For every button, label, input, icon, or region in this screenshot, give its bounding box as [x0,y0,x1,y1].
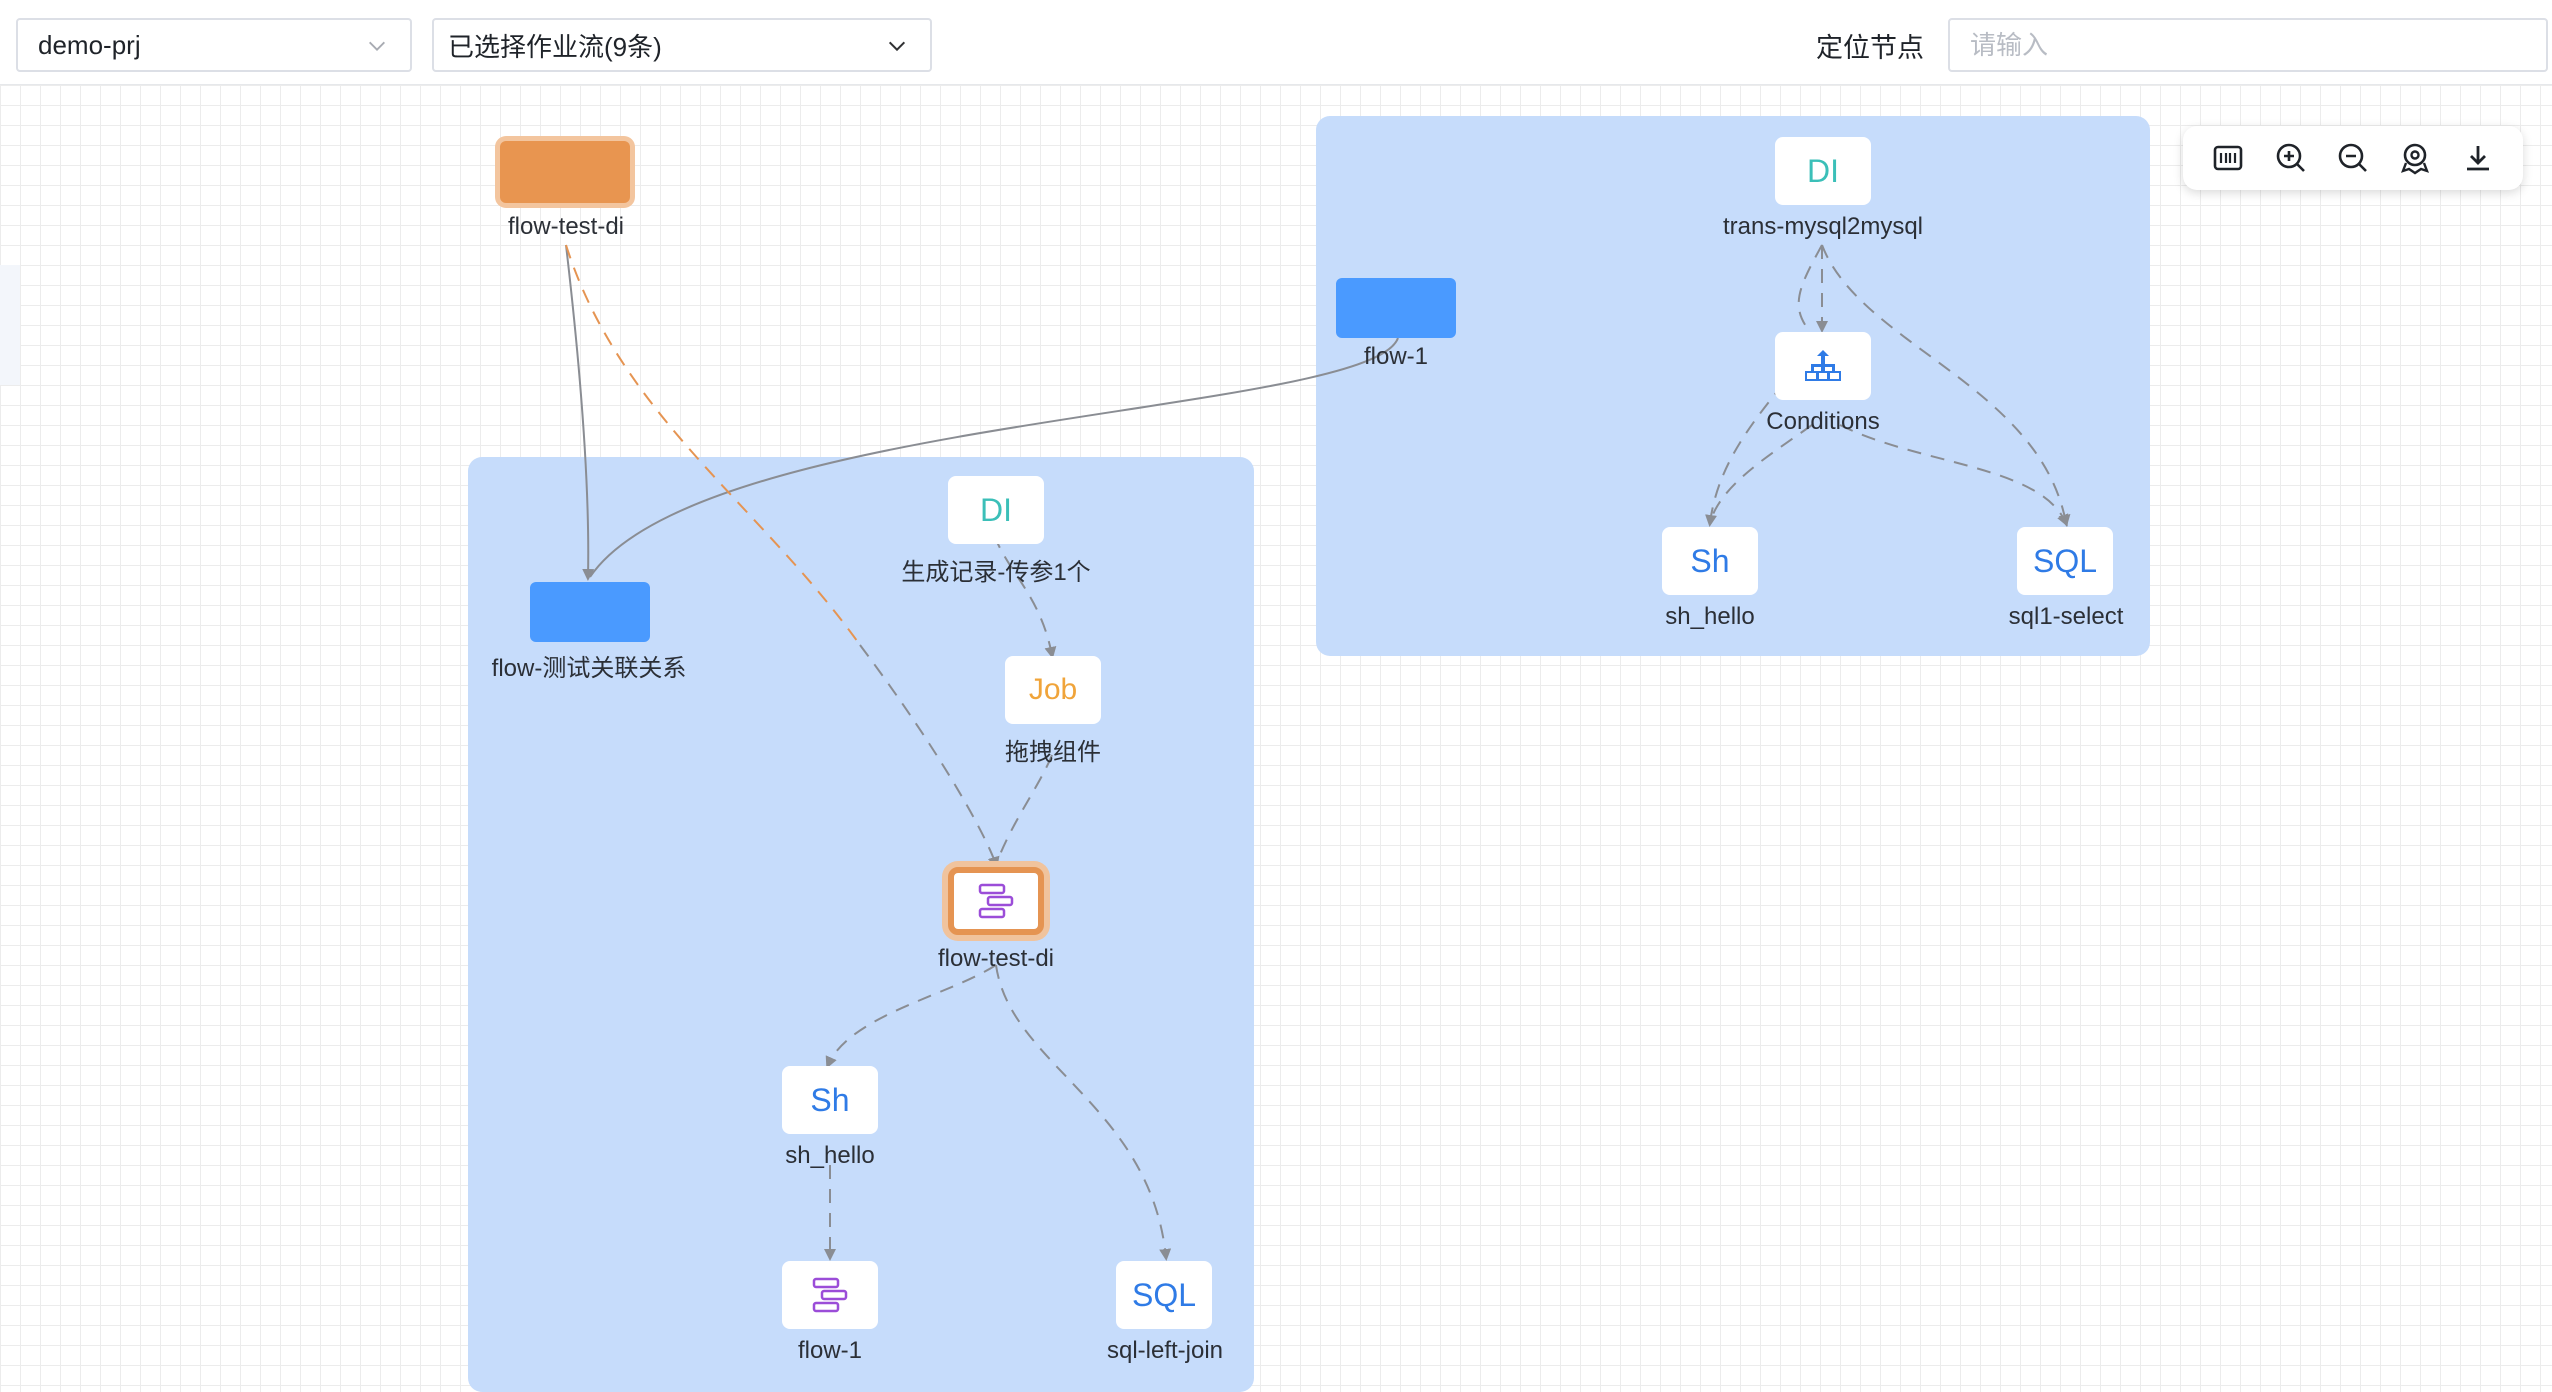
sql-icon: SQL [2032,542,2098,579]
conditions-node[interactable] [1775,332,1871,400]
project-select-value: demo-prj [38,29,141,60]
top-bar: demo-prj 已选择作业流(9条) 定位节点 [0,0,2552,85]
sql-node[interactable]: SQL [1116,1261,1212,1329]
sh-icon: Sh [1690,542,1730,579]
edge-dashed [859,644,1000,869]
node-label: flow-1 [797,1337,863,1364]
node-label: sql1-select [2008,603,2124,630]
flow-node[interactable] [1336,278,1456,338]
workflow-select[interactable]: 已选择作业流(9条) [432,18,932,72]
edge-dashed [995,964,1172,1261]
zoom-out-icon[interactable] [2335,140,2371,176]
locate-icon[interactable] [2397,140,2433,176]
chevron-down-icon [369,41,385,51]
node-label: trans-mysql2mysql [1722,213,1924,240]
job-icon: Job [1028,673,1078,706]
node-label: flow-test-di [937,945,1055,972]
sql-node[interactable]: SQL [2017,527,2113,595]
edge-dashed [1839,424,2069,527]
sh-icon: Sh [810,1081,850,1118]
node-label: Conditions [1766,408,1880,435]
conditions-icon [1805,350,1841,381]
locate-node-input[interactable] [1948,18,2548,72]
flow-icon [812,1277,848,1313]
di-icon: DI [980,491,1012,528]
di-icon: DI [1807,152,1839,189]
node-label: sql-left-join [1106,1337,1224,1364]
shell-node[interactable]: Sh [1662,527,1758,595]
flow-node-highlighted[interactable] [500,141,630,203]
fit-view-icon[interactable] [2210,140,2246,176]
node-label: sh_hello [785,1142,875,1169]
edge-dashed [825,964,997,1069]
flow-node[interactable] [530,582,650,642]
node-label: flow-1 [1363,343,1429,370]
di-node[interactable]: DI [948,476,1044,544]
locate-node-label: 定位节点 [1816,33,1924,63]
node-label: flow-测试关联关系 [491,655,687,682]
node-label: 拖拽组件 [1005,739,1101,766]
workflow-select-value: 已选择作业流(9条) [448,31,662,62]
edge-dashed [995,754,1053,866]
node-label: 生成记录-传参1个 [901,559,1091,586]
di-node[interactable]: DI [1775,137,1871,205]
edge-dashed [1797,244,1823,330]
download-icon[interactable] [2460,140,2496,176]
flow-node-highlighted[interactable] [948,867,1044,935]
graph-toolbar [2183,126,2523,190]
flow-icon [978,883,1014,919]
sql-icon: SQL [1131,1276,1197,1313]
edges-layer [565,244,2071,1261]
job-node[interactable]: Job [1005,656,1101,724]
zoom-in-icon[interactable] [2273,140,2309,176]
flow-node[interactable] [782,1261,878,1329]
graph-canvas[interactable]: flow-test-di flow-1 flow-测试关联关系 DI 生成记录-… [0,85,2552,1392]
edge-dashed [1709,424,1813,524]
node-label: sh_hello [1665,603,1755,630]
shell-node[interactable]: Sh [782,1066,878,1134]
node-label: flow-test-di [507,213,625,240]
chevron-down-icon [888,41,906,52]
project-select[interactable]: demo-prj [16,18,412,72]
